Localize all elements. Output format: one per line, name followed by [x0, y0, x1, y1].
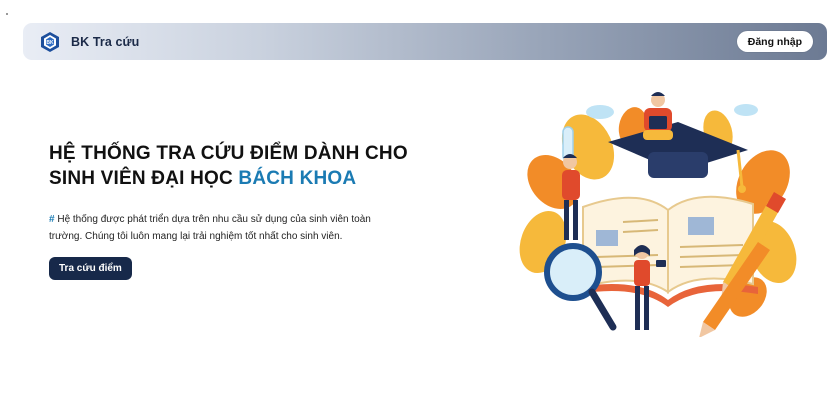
corner-dot [6, 13, 8, 15]
search-grades-button[interactable]: Tra cứu điểm [49, 257, 132, 280]
hero-title: HỆ THỐNG TRA CỨU ĐIỂM DÀNH CHO SINH VIÊN… [49, 141, 429, 191]
bk-logo-icon: BK [41, 31, 59, 52]
hero-description: # Hệ thống được phát triển dựa trên nhu … [49, 211, 399, 245]
education-illustration [519, 92, 797, 337]
student-laptop-figure [643, 92, 673, 140]
brand[interactable]: BK BK Tra cứu [39, 31, 139, 53]
top-navbar: BK BK Tra cứu Đăng nhập [23, 23, 827, 60]
login-button[interactable]: Đăng nhập [736, 31, 813, 52]
hero-title-accent: BÁCH KHOA [238, 168, 357, 189]
svg-text:BK: BK [46, 40, 54, 46]
hero-description-text: Hệ thống được phát triển dựa trên nhu cầ… [49, 214, 371, 242]
app-name: BK Tra cứu [71, 34, 140, 49]
